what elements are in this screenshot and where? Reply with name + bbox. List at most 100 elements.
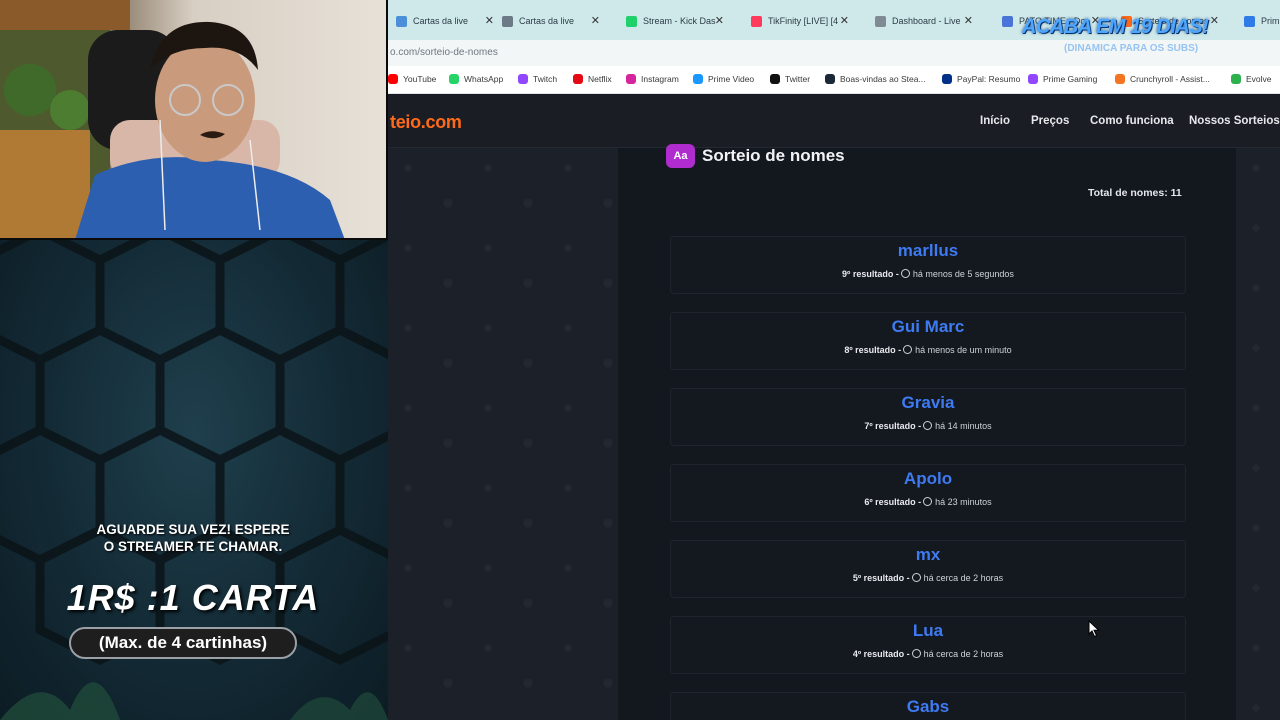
browser-tab[interactable]: TikFinity [LIVE] [4 ✕ (751, 8, 849, 34)
bookmark-item[interactable]: Twitch (518, 74, 557, 84)
tab-label: Stream - Kick Das (643, 16, 716, 26)
clock-icon (911, 649, 921, 658)
browser-tab[interactable]: Dashboard - Live ✕ (875, 8, 973, 34)
tab-favicon-icon (396, 15, 407, 27)
bookmark-item[interactable]: Instagram (626, 74, 679, 84)
bookmark-label: Prime Gaming (1043, 74, 1098, 84)
bookmark-favicon-icon (626, 74, 636, 84)
url-text[interactable]: o.com/sorteio-de-nomes (390, 47, 498, 58)
bookmark-item[interactable]: Evolve (1231, 74, 1272, 84)
result-meta: 6º resultado - há 23 minutos (671, 497, 1185, 507)
result-time: há cerca de 2 horas (923, 573, 1004, 583)
result-item: Gui Marc 8º resultado - há menos de um min… (670, 312, 1186, 370)
tab-label: TikFinity [LIVE] [4 (768, 16, 839, 26)
clock-icon (900, 269, 910, 278)
price-banner: 1R$ :1 CARTA (66, 577, 320, 618)
bookmark-item[interactable]: Prime Video (693, 74, 754, 84)
result-order: 8º resultado - (844, 345, 902, 355)
bookmark-label: Twitch (533, 74, 558, 84)
result-time: há menos de um minuto (915, 345, 1012, 355)
mouse-cursor-icon (1088, 620, 1100, 638)
bookmark-favicon-icon (942, 74, 952, 84)
page-title: Sorteio de nomes (702, 146, 845, 165)
bookmark-item[interactable]: PayPal: Resumo (942, 74, 1020, 84)
bookmark-label: Twitter (785, 74, 811, 84)
result-time: há cerca de 2 horas (923, 649, 1004, 659)
tab-favicon-icon (502, 15, 513, 27)
browser-tab[interactable]: Cartas da live ✕ (396, 8, 494, 34)
close-tab-icon[interactable]: ✕ (840, 14, 849, 27)
bookmark-item[interactable]: Netflix (573, 74, 612, 84)
bookmark-label: Instagram (641, 74, 679, 84)
close-tab-icon[interactable]: ✕ (1210, 14, 1219, 27)
bookmark-item[interactable]: Boas-vindas ao Stea... (825, 74, 926, 84)
bookmark-favicon-icon (573, 74, 583, 84)
result-meta: 5º resultado - há cerca de 2 horas (671, 573, 1185, 583)
close-tab-icon[interactable]: ✕ (964, 14, 973, 27)
close-tab-icon[interactable]: ✕ (485, 14, 494, 27)
tab-favicon-icon (875, 15, 886, 27)
close-tab-icon[interactable]: ✕ (591, 14, 600, 27)
result-name: Gui Marc (891, 317, 965, 336)
tab-favicon-icon (1002, 15, 1013, 27)
bookmark-item[interactable]: WhatsApp (449, 74, 503, 84)
bookmark-favicon-icon (449, 74, 459, 84)
result-name: Apolo (903, 469, 953, 488)
bookmark-favicon-icon (770, 74, 780, 84)
bookmark-favicon-icon (693, 74, 703, 84)
bookmark-label: Prime Video (708, 74, 755, 84)
bookmark-item[interactable]: Twitter (770, 74, 810, 84)
nav-como-funciona[interactable]: Como funciona (1090, 115, 1174, 127)
nav-nossos-sorteios[interactable]: Nossos Sorteios (1189, 115, 1280, 127)
bookmark-label: Crunchyroll - Assist... (1130, 74, 1210, 84)
result-order: 4º resultado - (852, 649, 910, 659)
close-tab-icon[interactable]: ✕ (715, 14, 724, 27)
result-order: 6º resultado - (864, 497, 922, 507)
clock-icon (923, 497, 933, 506)
bookmark-item[interactable]: YouTube (388, 74, 436, 84)
result-meta: 7º resultado - há 14 minutos (671, 421, 1185, 431)
site-header: teio.com Início Preços Como funciona Nos… (388, 95, 1280, 148)
background-pattern-right (1236, 148, 1280, 720)
bookmark-favicon-icon (518, 74, 528, 84)
bookmark-label: YouTube (403, 74, 437, 84)
tab-favicon-icon (626, 15, 637, 27)
result-order: 9º resultado - (842, 269, 899, 279)
clock-icon (903, 345, 913, 354)
webcam-feed (0, 0, 388, 240)
stream-screen: Cartas da live ✕ Cartas da live ✕ Stream - K… (0, 0, 1280, 720)
bookmark-label: PayPal: Resumo (957, 74, 1021, 84)
browser-tab[interactable]: Stream - Kick Das ✕ (626, 8, 724, 34)
bookmark-favicon-icon (1115, 74, 1125, 84)
overlay-panel: AGUARDE SUA VEZ! ESPERE O STREAMER TE CH… (0, 240, 388, 720)
page-content: Aa Sorteio de nomes Total de nomes: 11 m… (388, 144, 1280, 720)
browser-window: Cartas da live ✕ Cartas da live ✕ Stream - K… (388, 0, 1280, 720)
result-item: mx 5º resultado - há cerca de 2 horas (670, 540, 1186, 598)
nav-precos[interactable]: Preços (1031, 115, 1069, 127)
tab-label: Cartas da live (519, 16, 575, 26)
result-meta: 4º resultado - há cerca de 2 horas (671, 649, 1185, 659)
result-time: há 14 minutos (935, 421, 992, 431)
bookmark-label: WhatsApp (464, 74, 504, 84)
result-order: 7º resultado - (864, 421, 922, 431)
background-pattern-left (388, 148, 618, 720)
limit-text: (Max. de 4 cartinhas) (98, 633, 268, 652)
limit-badge: (Max. de 4 cartinhas) (69, 627, 297, 659)
result-item: Lua 4º resultado - há cerca de 2 horas (670, 616, 1186, 674)
bookmark-label: Netflix (588, 74, 612, 84)
bookmark-item[interactable]: Prime Gaming (1028, 74, 1097, 84)
result-name: marllus (897, 241, 959, 260)
result-order: 5º resultado - (852, 573, 910, 583)
result-time: há menos de 5 segundos (912, 269, 1014, 279)
tab-label: Cartas da live (413, 16, 469, 26)
result-time: há 23 minutos (935, 497, 992, 507)
nav-inicio[interactable]: Início (980, 115, 1010, 127)
bookmark-item[interactable]: Crunchyroll - Assist... (1115, 74, 1210, 84)
site-logo[interactable]: teio.com (390, 112, 462, 133)
clock-icon (911, 573, 921, 582)
browser-tab[interactable]: Cartas da live ✕ (502, 8, 600, 34)
browser-tab[interactable]: Prim (1244, 8, 1280, 34)
tab-label: Prim (1261, 16, 1280, 26)
tab-label: Dashboard - Live (892, 16, 961, 26)
bookmark-label: Boas-vindas ao Stea... (840, 74, 926, 84)
